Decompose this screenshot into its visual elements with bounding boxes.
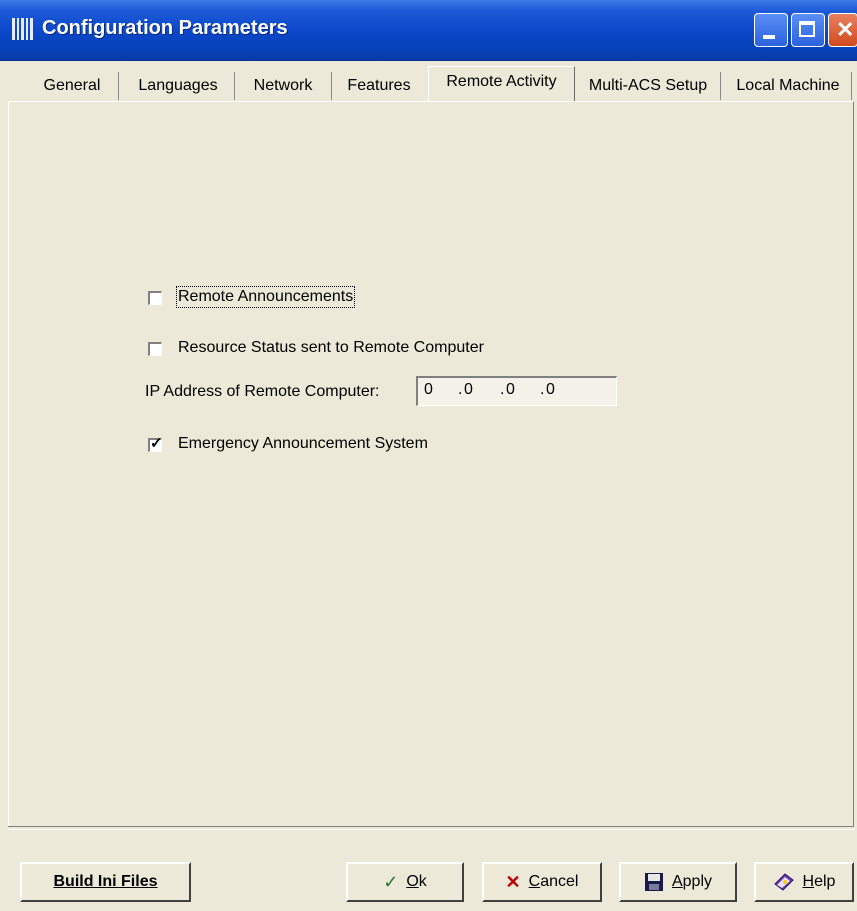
tab-page-remote-activity: [8, 101, 854, 826]
title-bar[interactable]: Configuration Parameters ✕: [0, 0, 857, 61]
maximize-button[interactable]: [791, 13, 825, 47]
tab-features[interactable]: Features: [336, 72, 422, 100]
checkmark-icon: ✓: [383, 871, 399, 892]
build-ini-files-label: Build Ini Files: [53, 873, 158, 890]
window-title: Configuration Parameters: [42, 17, 288, 39]
ip-dot: .: [458, 381, 463, 398]
ip-address-field[interactable]: 0 . 0 . 0 . 0: [416, 376, 617, 406]
ip-octet-4[interactable]: 0: [546, 381, 555, 399]
tab-bar: General Languages Network Features Remot…: [0, 66, 857, 102]
tab-separator: [234, 72, 235, 100]
ok-button[interactable]: ✓ Ok: [346, 862, 464, 902]
checkmark-icon: ✓: [150, 435, 163, 452]
resource-status-checkbox[interactable]: [148, 342, 162, 356]
tab-separator: [118, 72, 119, 100]
emergency-system-label[interactable]: Emergency Announcement System: [178, 435, 428, 453]
tab-local-machine[interactable]: Local Machine: [726, 72, 850, 100]
build-ini-files-button[interactable]: Build Ini Files: [20, 862, 191, 902]
ip-octet-2[interactable]: 0: [464, 381, 473, 399]
ok-accel: O: [406, 873, 419, 890]
ip-dot: .: [540, 381, 545, 398]
apply-button[interactable]: Apply: [619, 862, 737, 902]
help-label: elp: [814, 873, 836, 890]
tab-separator: [851, 72, 852, 100]
floppy-disk-icon: [644, 873, 663, 891]
ip-dot: .: [500, 381, 505, 398]
tab-general[interactable]: General: [32, 72, 112, 100]
close-button[interactable]: ✕: [828, 13, 857, 47]
ip-octet-1[interactable]: 0: [424, 381, 433, 399]
tab-languages[interactable]: Languages: [124, 72, 232, 100]
x-icon: ✕: [505, 871, 521, 892]
app-icon: [10, 14, 38, 44]
ok-label: k: [418, 873, 427, 890]
emergency-system-checkbox[interactable]: ✓: [148, 435, 163, 452]
apply-accel: A: [671, 873, 683, 890]
cancel-label: ancel: [540, 873, 579, 890]
remote-announcements-label[interactable]: Remote Announcements: [175, 286, 356, 308]
minimize-icon: [763, 35, 775, 39]
minimize-button[interactable]: [754, 13, 788, 47]
tab-remote-activity[interactable]: Remote Activity: [428, 66, 575, 102]
cancel-accel: C: [528, 873, 541, 890]
tab-separator: [331, 72, 332, 100]
tab-separator: [720, 72, 721, 100]
help-book-icon: [773, 873, 794, 891]
help-button[interactable]: Help: [754, 862, 854, 902]
ip-octet-3[interactable]: 0: [506, 381, 515, 399]
footer-divider: [8, 826, 854, 830]
resource-status-label[interactable]: Resource Status sent to Remote Computer: [178, 339, 484, 357]
help-accel: H: [802, 873, 815, 890]
remote-announcements-checkbox[interactable]: [148, 291, 162, 305]
tab-network[interactable]: Network: [240, 72, 326, 100]
apply-label: pply: [682, 873, 713, 890]
close-icon: ✕: [836, 17, 855, 42]
maximize-icon: [799, 21, 815, 37]
cancel-button[interactable]: ✕ Cancel: [482, 862, 602, 902]
configuration-dialog: Configuration Parameters ✕ General Langu…: [0, 0, 857, 911]
tab-multi-acs-setup[interactable]: Multi-ACS Setup: [580, 72, 716, 100]
ip-address-label: IP Address of Remote Computer:: [145, 383, 380, 400]
